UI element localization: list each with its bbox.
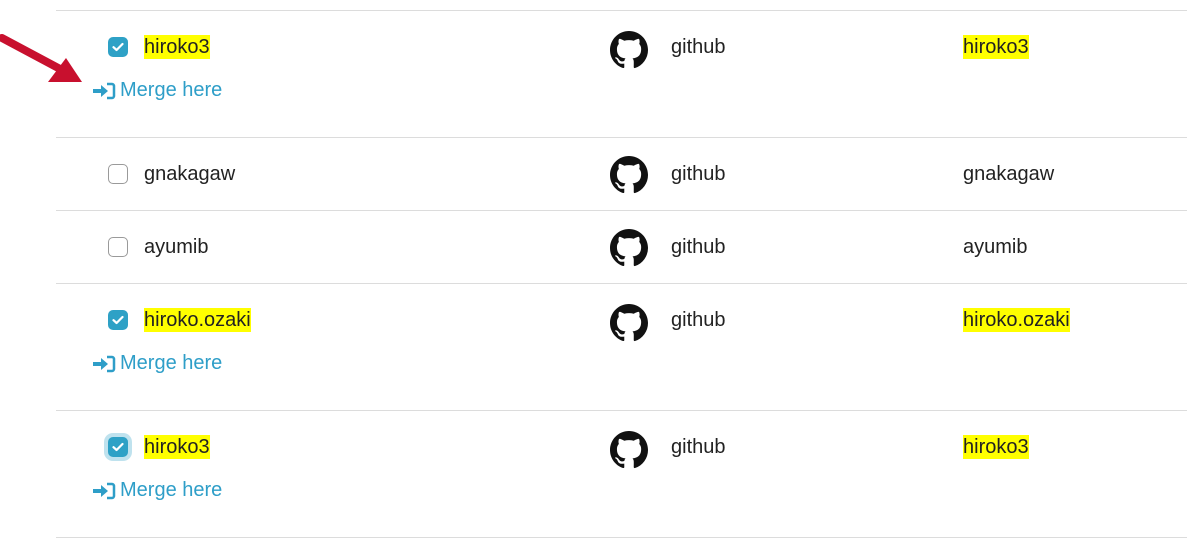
merge-here-label: Merge here <box>120 479 223 501</box>
username-label: hiroko.ozaki <box>144 308 251 332</box>
username-label: gnakagaw <box>144 163 236 185</box>
check-icon <box>112 315 124 325</box>
merge-here-link[interactable]: Merge here <box>92 79 222 102</box>
provider-label: github <box>671 436 726 458</box>
external-username: hiroko3 <box>963 35 1029 59</box>
table-row: hiroko.ozaki Merge here github hiroko.oz… <box>56 284 1187 411</box>
provider-label: github <box>671 163 726 185</box>
select-checkbox[interactable] <box>108 37 128 57</box>
provider-label: github <box>671 309 726 331</box>
github-icon <box>610 304 648 342</box>
select-checkbox[interactable] <box>108 164 128 184</box>
user-cell: hiroko.ozaki <box>108 308 251 332</box>
table-row: gnakagaw github gnakagaw <box>56 138 1187 211</box>
table-row: hiroko3 Merge here github hiroko3 <box>56 411 1187 538</box>
github-icon <box>610 229 648 267</box>
user-cell: hiroko3 <box>108 435 210 459</box>
select-checkbox[interactable] <box>108 237 128 257</box>
select-checkbox[interactable] <box>108 437 128 457</box>
username-label: hiroko3 <box>144 435 210 459</box>
username-label: hiroko3 <box>144 35 210 59</box>
select-checkbox[interactable] <box>108 310 128 330</box>
sign-in-icon <box>93 82 116 99</box>
external-username: hiroko3 <box>963 435 1029 459</box>
github-icon <box>610 431 648 469</box>
sign-in-icon <box>93 482 116 499</box>
provider-label: github <box>671 36 726 58</box>
table-row: hiroko3 Merge here github hiroko3 <box>56 11 1187 138</box>
user-merge-table: hiroko3 Merge here github hiroko3 gnakag… <box>56 10 1187 538</box>
merge-here-link[interactable]: Merge here <box>92 479 222 502</box>
github-icon <box>610 31 648 69</box>
check-icon <box>112 42 124 52</box>
merge-here-link[interactable]: Merge here <box>92 352 222 375</box>
sign-in-icon <box>93 355 116 372</box>
merge-here-label: Merge here <box>120 352 223 374</box>
external-username: ayumib <box>963 236 1028 258</box>
check-icon <box>112 442 124 452</box>
provider-label: github <box>671 236 726 258</box>
user-cell: ayumib <box>108 235 208 259</box>
user-cell: gnakagaw <box>108 162 235 186</box>
external-username: hiroko.ozaki <box>963 308 1070 332</box>
username-label: ayumib <box>144 236 209 258</box>
github-icon <box>610 156 648 194</box>
merge-here-label: Merge here <box>120 79 223 101</box>
table-row: ayumib github ayumib <box>56 211 1187 284</box>
user-cell: hiroko3 <box>108 35 210 59</box>
external-username: gnakagaw <box>963 163 1055 185</box>
